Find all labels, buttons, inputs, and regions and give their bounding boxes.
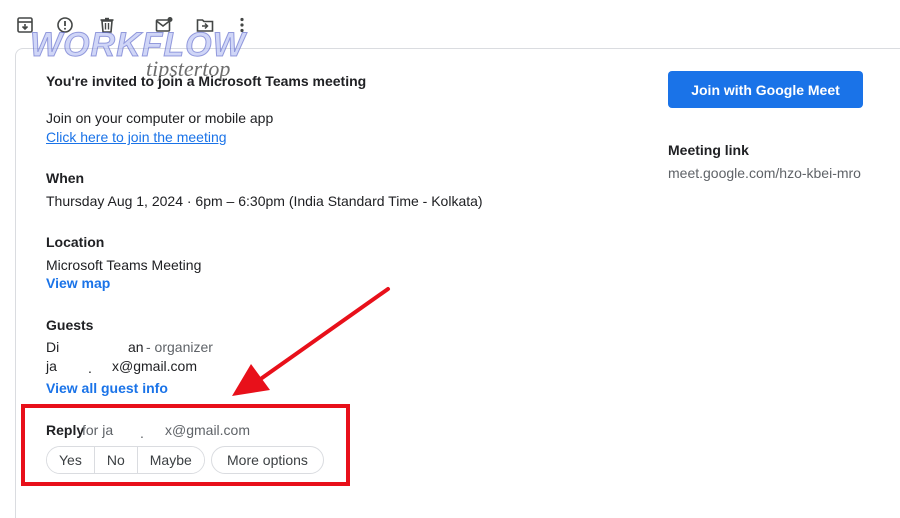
delete-icon[interactable] (98, 16, 116, 34)
when-label: When (46, 170, 85, 186)
more-vert-icon[interactable] (233, 16, 251, 34)
rsvp-no-button[interactable]: No (93, 447, 137, 473)
reply-email: x@gmail.com (165, 422, 251, 438)
organizer-first: Di (46, 339, 60, 355)
move-to-icon[interactable] (196, 16, 214, 34)
more-options-button[interactable]: More options (211, 446, 324, 474)
meeting-link-url[interactable]: meet.google.com/hzo-kbei-mro (668, 164, 861, 182)
guest-mid: . (88, 360, 92, 376)
archive-icon[interactable] (16, 16, 34, 34)
view-map-link[interactable]: View map (46, 274, 110, 292)
reply-label: Reply (46, 422, 85, 438)
when-value: Thursday Aug 1, 2024 · 6pm – 6:30pm (Ind… (46, 193, 483, 209)
guest-email: x@gmail.com (112, 358, 198, 374)
join-meeting-link[interactable]: Click here to join the meeting (46, 128, 227, 146)
rsvp-yes-button[interactable]: Yes (47, 447, 94, 473)
location-value: Microsoft Teams Meeting (46, 257, 202, 273)
rsvp-maybe-button[interactable]: Maybe (136, 447, 204, 473)
guests-label: Guests (46, 317, 94, 333)
guest-first: ja (46, 358, 57, 374)
organizer-last: an (128, 339, 144, 355)
location-label: Location (46, 234, 105, 250)
rsvp-button-group: Yes No Maybe (46, 446, 205, 474)
join-instructions: Join on your computer or mobile app (46, 110, 274, 126)
view-all-guests-link[interactable]: View all guest info (46, 379, 168, 397)
reply-for: for ja (82, 422, 114, 438)
invite-title: You're invited to join a Microsoft Teams… (46, 73, 367, 89)
message-toolbar (0, 0, 900, 48)
organizer-role: - organizer (146, 339, 213, 355)
join-google-meet-button[interactable]: Join with Google Meet (668, 71, 863, 108)
mark-unread-icon[interactable] (155, 16, 173, 34)
meeting-link-label: Meeting link (668, 142, 749, 158)
report-spam-icon[interactable] (56, 16, 74, 34)
reply-dot: . (140, 425, 144, 441)
